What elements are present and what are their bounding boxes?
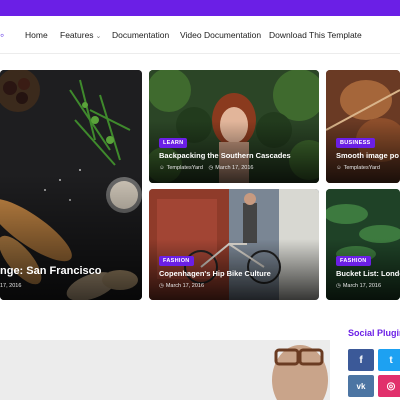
card-date: March 17, 2016 xyxy=(215,165,254,171)
card-gradient xyxy=(0,173,142,300)
top-accent-bar xyxy=(0,0,400,16)
main-navigation: ◦ Home Features ⌄ Documentation Video Doc… xyxy=(0,16,400,54)
featured-post-card[interactable]: FASHION Bucket List: Londo ◷ March 17, 20… xyxy=(326,189,400,300)
category-badge[interactable]: BUSINESS xyxy=(336,138,375,148)
category-badge[interactable]: FASHION xyxy=(159,256,194,266)
nav-documentation[interactable]: Documentation xyxy=(112,30,169,40)
nav-download-template[interactable]: Download This Template xyxy=(269,30,362,40)
featured-post-card[interactable]: BUSINESS Smooth image po ☺ TemplatesYard xyxy=(326,70,400,183)
user-icon: ☺ xyxy=(159,165,165,171)
nav-features-label: Features xyxy=(60,30,94,40)
card-author: TemplatesYard xyxy=(343,165,380,171)
card-title[interactable]: Bucket List: Londo xyxy=(336,269,400,278)
card-date: March 17, 2016 xyxy=(165,283,205,289)
nav-home[interactable]: Home xyxy=(25,30,48,40)
card-title[interactable]: Backpacking the Southern Cascades xyxy=(159,151,291,160)
clock-icon: ◷ xyxy=(336,283,341,289)
person-photo xyxy=(0,340,330,400)
facebook-icon[interactable]: f xyxy=(348,349,374,371)
card-title[interactable]: Copenhagen's Hip Bike Culture xyxy=(159,269,271,278)
nav-video-documentation[interactable]: Video Documentation xyxy=(180,30,261,40)
card-meta: ◷ March 17, 2016 xyxy=(336,283,381,289)
chevron-down-icon: ⌄ xyxy=(95,33,102,40)
nav-features[interactable]: Features ⌄ xyxy=(60,30,101,40)
logo-fragment[interactable]: ◦ xyxy=(0,28,4,42)
vk-icon[interactable]: vk xyxy=(348,375,374,397)
user-icon: ☺ xyxy=(336,165,342,171)
category-badge[interactable]: LEARN xyxy=(159,138,188,148)
card-meta: ☺ TemplatesYard ◷ March 17, 2016 xyxy=(159,165,253,171)
card-meta: ◷ March 17, 2016 xyxy=(159,283,204,289)
twitter-icon[interactable]: t xyxy=(378,349,400,371)
sidebar-widget-title: Social Plugin xyxy=(348,328,400,338)
featured-post-card[interactable]: FASHION Copenhagen's Hip Bike Culture ◷ M… xyxy=(149,189,319,300)
card-title[interactable]: Smooth image po xyxy=(336,151,399,160)
featured-post-card[interactable]: nge: San Francisco 17, 2016 xyxy=(0,70,142,300)
card-meta: ☺ TemplatesYard xyxy=(336,165,380,171)
instagram-icon[interactable]: ◎ xyxy=(378,375,400,397)
clock-icon: ◷ xyxy=(159,283,164,289)
card-date: 17, 2016 xyxy=(0,283,22,289)
category-badge[interactable]: FASHION xyxy=(336,256,371,266)
card-date: March 17, 2016 xyxy=(342,283,382,289)
post-thumbnail[interactable] xyxy=(0,340,330,400)
featured-post-card[interactable]: LEARN Backpacking the Southern Cascades … xyxy=(149,70,319,183)
card-title[interactable]: nge: San Francisco xyxy=(0,265,101,277)
clock-icon: ◷ xyxy=(208,165,214,171)
card-author: TemplatesYard xyxy=(166,165,203,171)
